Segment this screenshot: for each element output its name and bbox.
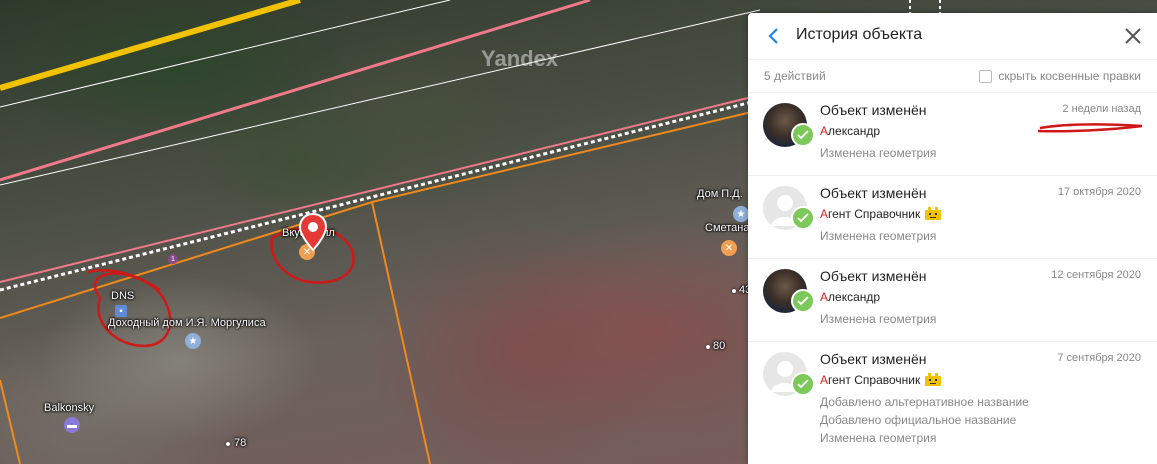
house-number-dot — [732, 289, 736, 293]
author-name: гент Справочник — [828, 207, 921, 221]
history-item-title: Объект изменён — [820, 351, 927, 367]
history-item-change: Добавлено официальное название — [820, 413, 1017, 427]
poi-label-dohodny-dom[interactable]: Доходный дом И.Я. Моргулиса — [108, 317, 266, 329]
poi-label-smetana[interactable]: Сметана — [705, 222, 749, 234]
history-item-change: Изменена геометрия — [820, 146, 937, 160]
verified-check-icon — [791, 289, 815, 313]
poi-label-dom-pd[interactable]: Дом П.Д. — [697, 188, 743, 200]
history-item-change: Изменена геометрия — [820, 312, 937, 326]
author-name: гент Справочник — [828, 373, 921, 387]
panel-header: История объекта — [748, 13, 1157, 60]
history-item-title: Объект изменён — [820, 268, 927, 284]
road-edge-line — [0, 94, 761, 283]
history-item[interactable]: Объект изменён 12 сентября 2020 Александ… — [748, 259, 1157, 342]
store-icon[interactable]: ▪ — [115, 305, 127, 317]
object-history-panel: История объекта 5 действий скрыть косвен… — [748, 13, 1157, 464]
house-number-dot — [226, 442, 230, 446]
thin-road-line — [0, 0, 451, 108]
history-item-title: Объект изменён — [820, 185, 927, 201]
history-item-author[interactable]: Александр — [820, 124, 880, 138]
house-number-78: 78 — [234, 437, 247, 449]
back-arrow-icon[interactable] — [764, 25, 784, 47]
dashed-road-line — [0, 98, 761, 292]
history-item-author[interactable]: Агент Справочник — [820, 373, 942, 387]
history-item[interactable]: Объект изменён 17 октября 2020 Агент Спр… — [748, 176, 1157, 259]
landmark-star-icon[interactable]: ★ — [733, 206, 749, 222]
parcel-boundary — [0, 379, 21, 464]
map-number-marker[interactable]: 1 — [168, 254, 178, 264]
hotel-bed-icon[interactable]: ▬ — [64, 417, 80, 433]
history-subheader: 5 действий скрыть косвенные правки — [748, 60, 1157, 93]
verified-check-icon — [791, 372, 815, 396]
history-item-change: Изменена геометрия — [820, 431, 937, 445]
history-item-change: Изменена геометрия — [820, 229, 937, 243]
annotation-underline — [1037, 123, 1143, 133]
road-line — [0, 0, 301, 91]
hide-indirect-edits-toggle[interactable]: скрыть косвенные правки — [979, 69, 1141, 83]
history-item-date: 2 недели назад — [1062, 103, 1141, 115]
history-item-title: Объект изменён — [820, 102, 927, 118]
landmark-star-icon[interactable]: ★ — [185, 333, 201, 349]
poi-label-dns[interactable]: DNS — [111, 290, 134, 302]
map-watermark: Yandex — [481, 46, 559, 71]
verified-check-icon — [791, 123, 815, 147]
close-icon[interactable] — [1123, 26, 1143, 46]
history-item-date: 12 сентября 2020 — [1051, 269, 1141, 281]
history-item-author[interactable]: Александр — [820, 290, 880, 304]
author-initial: А — [820, 124, 829, 138]
robot-agent-icon — [925, 207, 942, 220]
author-name: лександр — [828, 124, 881, 138]
history-item-author[interactable]: Агент Справочник — [820, 207, 942, 221]
history-item-date: 17 октября 2020 — [1057, 186, 1141, 198]
author-name: лександр — [828, 290, 881, 304]
hide-indirect-edits-label: скрыть косвенные правки — [998, 69, 1141, 83]
thin-road-line — [0, 9, 761, 186]
author-initial: А — [820, 373, 829, 387]
author-initial: А — [820, 207, 829, 221]
author-initial: А — [820, 290, 829, 304]
history-item-date: 7 сентября 2020 — [1057, 352, 1141, 364]
house-number-dot — [706, 345, 710, 349]
poi-label-balkonsky[interactable]: Balkonsky — [44, 402, 94, 414]
road-edge-line — [0, 0, 591, 182]
actions-count: 5 действий — [764, 69, 826, 83]
house-number-80: 80 — [713, 340, 726, 352]
verified-check-icon — [791, 206, 815, 230]
selected-location-pin-icon[interactable] — [298, 212, 328, 252]
hide-indirect-edits-checkbox[interactable] — [979, 69, 993, 83]
restaurant-icon[interactable]: ✕ — [721, 240, 737, 256]
history-item[interactable]: Объект изменён 7 сентября 2020 Агент Спр… — [748, 342, 1157, 452]
robot-agent-icon — [925, 373, 942, 386]
panel-title: История объекта — [796, 26, 923, 43]
history-item-change: Добавлено альтернативное название — [820, 395, 1029, 409]
